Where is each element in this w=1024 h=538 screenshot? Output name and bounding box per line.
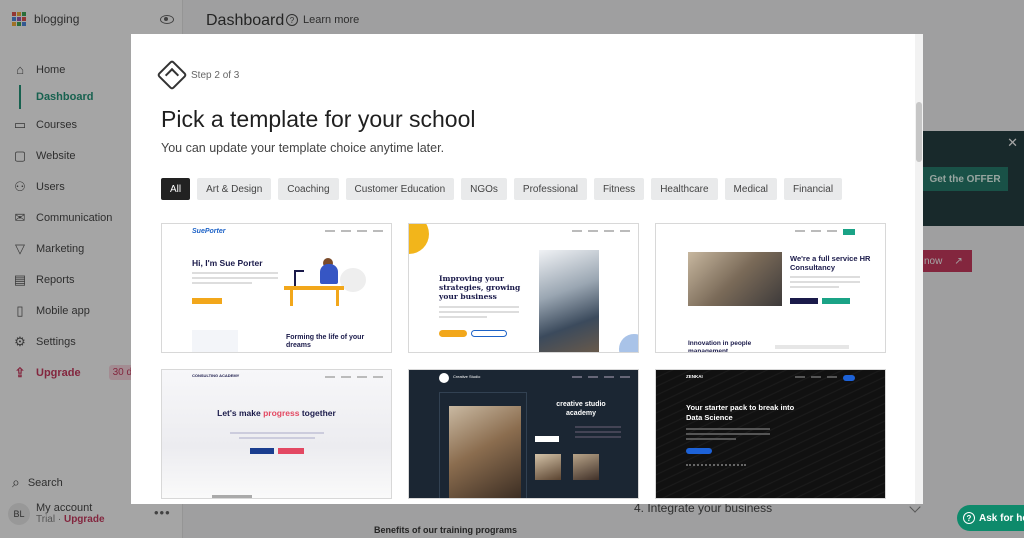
template-decoration <box>409 224 429 254</box>
template-nav <box>325 230 383 232</box>
category-filters: All Art & Design Coaching Customer Educa… <box>161 178 843 200</box>
template-heading-accent: progress <box>263 408 300 418</box>
template-button <box>686 448 712 454</box>
template-logo-icon <box>439 373 449 383</box>
template-nav <box>572 376 630 378</box>
filter-all[interactable]: All <box>161 178 191 200</box>
template-text-lines <box>439 306 519 321</box>
template-scrollbar <box>212 495 252 498</box>
filter-coaching[interactable]: Coaching <box>278 178 339 200</box>
template-heading: Your starter pack to break into Data Sci… <box>686 403 795 422</box>
filter-financial[interactable]: Financial <box>784 178 843 200</box>
template-text-lines <box>575 426 621 441</box>
template-heading: Let's make progress together <box>162 408 391 418</box>
template-button-secondary <box>278 448 304 454</box>
step-indicator: Step 2 of 3 <box>156 59 240 91</box>
template-button <box>250 448 274 454</box>
template-nav <box>325 376 383 378</box>
template-photo <box>688 252 782 306</box>
template-thumbnail <box>573 454 599 480</box>
template-thumbnail <box>535 454 561 480</box>
filter-healthcare[interactable]: Healthcare <box>651 178 718 200</box>
modal-scrollbar[interactable] <box>915 34 923 504</box>
template-button <box>192 298 222 304</box>
logo-icon <box>156 59 188 91</box>
template-heading: We're a full service HR Consultancy <box>790 254 871 272</box>
template-illustration <box>280 258 370 308</box>
template-photo <box>449 406 521 498</box>
modal-title: Pick a template for your school <box>161 106 476 132</box>
template-nav <box>572 230 630 232</box>
template-logo: SuePorter <box>192 228 226 235</box>
template-button <box>535 436 559 442</box>
template-logo: ZENKAI <box>686 374 703 379</box>
template-heading: Improving your strategies, growing your … <box>439 274 521 301</box>
template-select <box>775 345 849 349</box>
template-divider <box>686 464 746 466</box>
help-icon: ? <box>963 512 975 524</box>
filter-professional[interactable]: Professional <box>513 178 587 200</box>
template-card-hr-consultancy[interactable]: We're a full service HR Consultancy Inno… <box>655 223 886 353</box>
template-card-data-science[interactable]: ZENKAI Your starter pack to break into D… <box>655 369 886 499</box>
template-picker-modal: Step 2 of 3 Pick a template for your sch… <box>131 34 923 504</box>
filter-medical[interactable]: Medical <box>724 178 778 200</box>
template-heading-part: together <box>299 408 336 418</box>
template-subheading: Innovation in people management <box>688 340 752 353</box>
modal-scrollbar-thumb[interactable] <box>916 102 922 162</box>
template-text-lines <box>790 276 860 291</box>
template-button-secondary <box>471 330 507 337</box>
step-label: Step 2 of 3 <box>191 69 240 81</box>
template-button-secondary <box>822 298 850 304</box>
template-decoration <box>619 334 638 352</box>
template-nav <box>795 376 837 378</box>
template-text-lines <box>192 272 278 287</box>
filter-fitness[interactable]: Fitness <box>593 178 645 200</box>
filter-customer-education[interactable]: Customer Education <box>345 178 455 200</box>
template-text-lines <box>686 428 770 443</box>
template-card-strategies[interactable]: Improving your strategies, growing your … <box>408 223 639 353</box>
template-heading-part: Let's make <box>217 408 264 418</box>
modal-subtitle: You can update your template choice anyt… <box>161 141 445 155</box>
template-grid: SuePorter Hi, I'm Sue Porter Forming the… <box>161 223 886 499</box>
template-text-lines <box>230 432 324 442</box>
template-thumbnail <box>192 330 238 352</box>
filter-art-design[interactable]: Art & Design <box>197 178 272 200</box>
template-button <box>790 298 818 304</box>
template-photo <box>539 250 599 352</box>
template-logo: Creative Studio <box>453 374 481 379</box>
template-logo: CONSULTING ACADEMY <box>192 373 240 378</box>
ask-for-help-button[interactable]: ? Ask for he <box>957 505 1024 531</box>
template-heading: Hi, I'm Sue Porter <box>192 258 263 268</box>
template-subheading: Forming the life of your dreams <box>286 334 365 349</box>
template-nav-button <box>843 229 855 235</box>
template-button <box>439 330 467 337</box>
template-heading: creative studio academy <box>556 401 606 417</box>
template-nav-button <box>843 375 855 381</box>
filter-ngos[interactable]: NGOs <box>461 178 507 200</box>
template-card-creative-studio[interactable]: Creative Studio creative studio academy <box>408 369 639 499</box>
ask-for-help-label: Ask for he <box>979 512 1024 524</box>
template-nav <box>795 230 837 232</box>
template-card-sue-porter[interactable]: SuePorter Hi, I'm Sue Porter Forming the… <box>161 223 392 353</box>
template-card-consulting-academy[interactable]: CONSULTING ACADEMY Let's make progress t… <box>161 369 392 499</box>
